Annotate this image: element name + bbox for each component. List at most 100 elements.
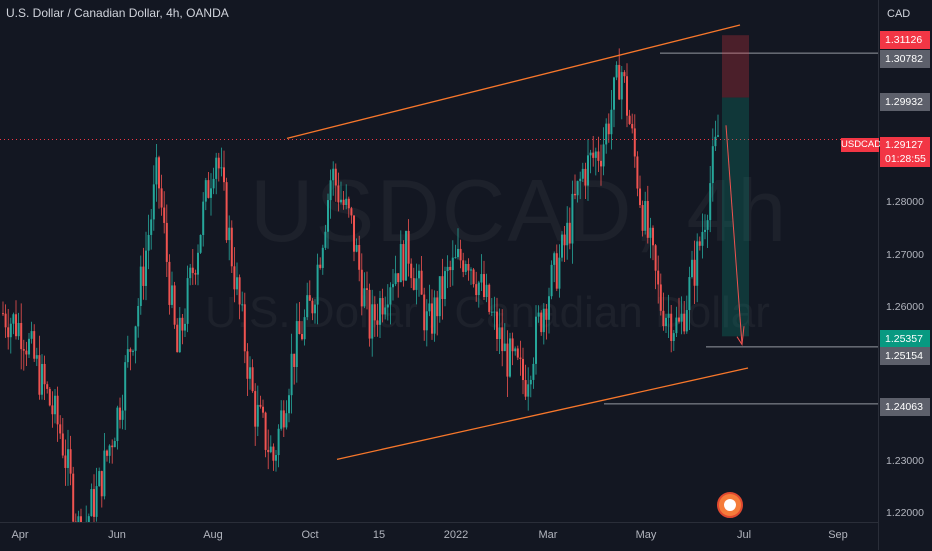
candle-body — [319, 265, 321, 268]
candle-body — [239, 277, 241, 304]
candle-body — [688, 277, 690, 310]
candle-body — [415, 278, 417, 290]
candle-body — [236, 277, 238, 289]
candle-body — [704, 230, 706, 232]
candle-body — [491, 312, 493, 313]
candle-body — [343, 200, 345, 205]
candle-body — [561, 235, 563, 258]
chart-area[interactable]: USDCAD, 4h U.S. Dollar / Canadian Dollar… — [0, 0, 932, 550]
candle-body — [257, 405, 259, 427]
candle-body — [265, 413, 267, 450]
candle-body — [579, 179, 581, 181]
price-chart-plot[interactable] — [0, 0, 878, 522]
candle-body — [389, 287, 391, 304]
price-tick: 1.23000 — [886, 455, 924, 467]
candle-body — [618, 65, 620, 100]
candle-body — [564, 235, 566, 246]
candle-body — [158, 157, 160, 188]
candle-body — [350, 208, 352, 215]
candle-body — [457, 249, 459, 257]
candle-body — [535, 317, 537, 364]
candle-body — [119, 408, 121, 420]
candle-body — [202, 202, 204, 235]
candle-body — [577, 181, 579, 195]
candle-body — [317, 265, 319, 305]
candle-body — [192, 268, 194, 273]
candle-body — [608, 124, 610, 135]
candle-body — [496, 312, 498, 339]
candle-body — [595, 151, 597, 157]
candle-body — [553, 253, 555, 265]
candle-body — [70, 449, 72, 473]
candle-body — [655, 245, 657, 270]
candle-body — [129, 349, 131, 352]
candle-body — [441, 276, 443, 299]
candle-body — [486, 285, 488, 297]
time-tick: Jul — [737, 529, 751, 541]
candle-body — [171, 285, 173, 305]
candle-body — [683, 314, 685, 332]
candle-body — [296, 321, 298, 367]
candle-body — [330, 180, 332, 200]
candle-body — [540, 313, 542, 333]
candle-body — [605, 124, 607, 145]
candle-body — [259, 405, 261, 407]
event-badge-icon[interactable] — [717, 492, 743, 518]
candle-body — [428, 303, 430, 311]
price-tick: 1.28000 — [886, 196, 924, 208]
candle-body — [135, 326, 137, 350]
candle-body — [103, 451, 105, 497]
candle-body — [64, 456, 66, 468]
candle-body — [311, 301, 313, 314]
candle-body — [600, 161, 602, 167]
candle-body — [712, 146, 714, 183]
candle-body — [649, 228, 651, 238]
candle-body — [717, 135, 719, 136]
countdown-label: 01:28:55 — [885, 152, 930, 166]
candle-body — [644, 201, 646, 231]
price-axis[interactable] — [878, 0, 932, 550]
candle-body — [150, 219, 152, 235]
candle-body — [142, 267, 144, 286]
candle-body — [439, 276, 441, 316]
price-tick: 1.26000 — [886, 301, 924, 313]
candle-body — [488, 285, 490, 312]
reward-zone — [722, 98, 749, 337]
candle-body — [210, 188, 212, 198]
candle-body — [626, 76, 628, 115]
candle-body — [44, 364, 46, 384]
candle-body — [551, 265, 553, 296]
candle-body — [504, 344, 506, 351]
candle-body — [309, 295, 311, 301]
candle-body — [228, 228, 230, 240]
time-tick: May — [636, 529, 657, 541]
candle-body — [452, 258, 454, 270]
candle-body — [517, 348, 519, 357]
candle-body — [587, 155, 589, 185]
candle-body — [465, 264, 467, 272]
time-tick: 2022 — [444, 529, 468, 541]
candle-body — [392, 284, 394, 287]
candle-body — [571, 194, 573, 244]
candle-body — [233, 266, 235, 289]
candle-body — [200, 235, 202, 253]
candle-body — [675, 318, 677, 334]
time-tick: Aug — [203, 529, 223, 541]
candle-body — [382, 298, 384, 314]
candle-body — [584, 169, 586, 186]
time-tick: Sep — [828, 529, 848, 541]
candle-body — [543, 309, 545, 332]
candle-body — [163, 208, 165, 223]
candle-body — [647, 201, 649, 238]
candle-body — [140, 267, 142, 306]
candle-body — [348, 199, 350, 208]
candle-body — [480, 274, 482, 282]
candle-body — [111, 446, 113, 448]
candle-body — [223, 167, 225, 182]
candle-body — [714, 137, 716, 146]
candle-body — [400, 244, 402, 282]
candle-body — [387, 305, 389, 308]
candle-body — [304, 317, 306, 339]
candle-body — [616, 65, 618, 78]
candle-body — [298, 321, 300, 334]
